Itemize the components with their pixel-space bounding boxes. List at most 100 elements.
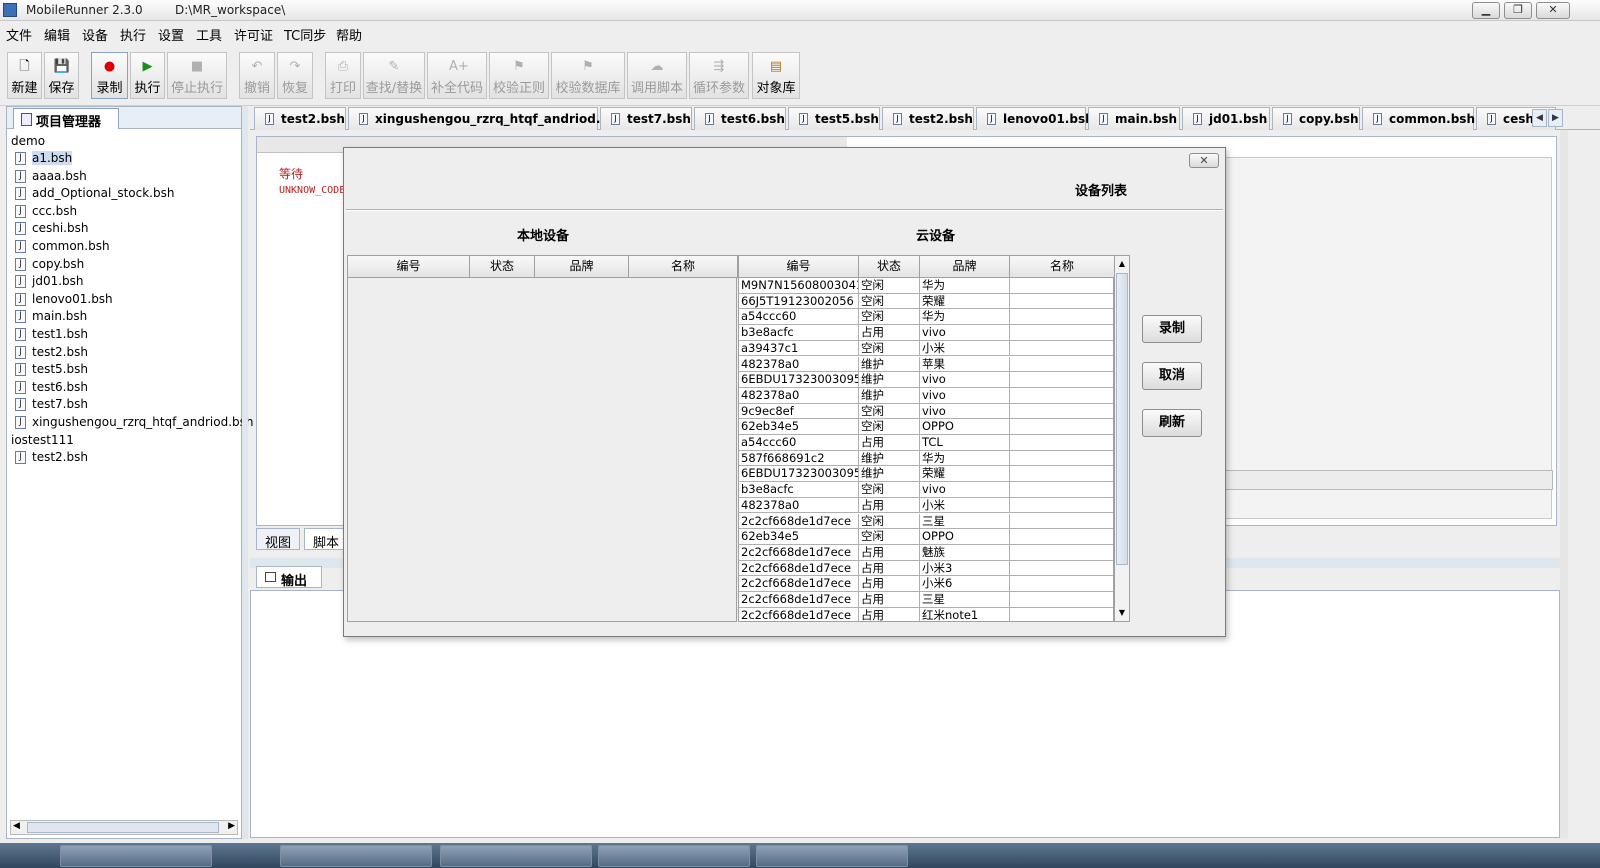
editor-tab[interactable]: Jcopy.bsh [1272, 107, 1360, 130]
editor-tab[interactable]: Jtest2.bsh [882, 107, 974, 130]
editor-tab[interactable]: Jlenovo01.bsh [976, 107, 1094, 130]
menu-tools[interactable]: 工具 [196, 25, 222, 44]
cloud-device-row[interactable]: 6EBDU17323003095 维护 vivo [739, 372, 1113, 388]
cloud-device-row[interactable]: M9N7N15608003041 空闲 华为 [739, 278, 1113, 294]
cancel-button[interactable]: 取消 [1142, 362, 1202, 390]
cloud-device-row[interactable]: 66J5T19123002056 空闲 荣耀 [739, 293, 1113, 310]
scroll-down-icon[interactable]: ▼ [1116, 606, 1128, 620]
cloud-device-row[interactable]: 9c9ec8ef 空闲 vivo [739, 403, 1113, 420]
new-button[interactable]: 🗋 新建 [7, 52, 42, 99]
tree-file-item[interactable]: Jceshi.bsh [15, 220, 88, 237]
dialog-close-button[interactable]: ✕ [1189, 153, 1219, 168]
tree-file-item[interactable]: Jlenovo01.bsh [15, 291, 113, 308]
tree-folder-iostest111[interactable]: iostest111 [11, 433, 74, 447]
object-library-button[interactable]: ▤ 对象库 [752, 52, 800, 99]
record-button[interactable]: ● 录制 [91, 52, 128, 99]
run-button[interactable]: ▶ 执行 [130, 52, 165, 99]
tab-scroll-left-icon[interactable]: ◀ [1532, 109, 1547, 127]
cloud-device-row[interactable]: 2c2cf668de1d7ece 占用 魅族 [739, 544, 1113, 561]
editor-tab[interactable]: Jmain.bsh [1088, 107, 1180, 130]
scroll-up-icon[interactable]: ▲ [1116, 257, 1128, 271]
tab-view[interactable]: 视图 [256, 528, 301, 551]
menu-license[interactable]: 许可证 [234, 25, 273, 44]
local-col-name[interactable]: 名称 [629, 256, 737, 277]
taskbar-item[interactable] [280, 845, 432, 867]
undo-button[interactable]: ↶ 撤销 [239, 52, 275, 99]
tree-file-item[interactable]: Jcopy.bsh [15, 256, 84, 273]
cloud-device-row[interactable]: 2c2cf668de1d7ece 占用 红米note1 [739, 607, 1113, 621]
tree-file-item[interactable]: Ja1.bsh [15, 150, 73, 167]
print-button[interactable]: ⎙ 打印 [325, 52, 361, 99]
menu-tc-sync[interactable]: TC同步 [284, 25, 326, 44]
scroll-thumb[interactable] [1116, 273, 1128, 565]
cloud-device-row[interactable]: a54ccc60 占用 TCL [739, 435, 1113, 451]
project-horizontal-scrollbar[interactable]: ◀ ▶ [10, 820, 238, 835]
tree-file-item[interactable]: Jtest2.bsh [15, 449, 88, 466]
menu-file[interactable]: 文件 [6, 25, 32, 44]
editor-tab[interactable]: Jjd01.bsh [1182, 107, 1270, 130]
taskbar-item[interactable] [60, 845, 212, 867]
panel-splitter[interactable] [242, 106, 248, 839]
cloud-device-row[interactable]: 2c2cf668de1d7ece 占用 小米3 [739, 560, 1113, 577]
tree-file-item[interactable]: Jcommon.bsh [15, 238, 110, 255]
tree-file-item[interactable]: Jtest6.bsh [15, 379, 88, 396]
scroll-left-icon[interactable]: ◀ [13, 821, 20, 831]
menu-device[interactable]: 设备 [82, 25, 108, 44]
tree-file-item[interactable]: Jccc.bsh [15, 203, 77, 220]
refresh-button[interactable]: 刷新 [1142, 409, 1202, 437]
menu-run[interactable]: 执行 [120, 25, 146, 44]
editor-tab[interactable]: Jxingushengou_rzrq_htqf_andriod.bsh [348, 107, 625, 130]
call-script-button[interactable]: ☁ 调用脚本 [627, 52, 687, 99]
project-manager-tab[interactable]: 项目管理器 [13, 108, 119, 130]
tree-file-item[interactable]: Jtest1.bsh [15, 326, 88, 343]
editor-tab[interactable]: Jcommon.bsh [1362, 107, 1475, 130]
cloud-device-row[interactable]: 62eb34e5 空闲 OPPO [739, 529, 1113, 545]
cloud-table-scrollbar[interactable]: ▲ ▼ [1114, 255, 1130, 622]
cloud-col-id[interactable]: 编号 [739, 256, 859, 277]
scroll-right-icon[interactable]: ▶ [228, 821, 235, 831]
maximize-button[interactable]: ❐ [1504, 2, 1532, 19]
local-col-brand[interactable]: 品牌 [535, 256, 629, 277]
tree-file-item[interactable]: Jaaaa.bsh [15, 168, 87, 185]
editor-tab[interactable]: Jtest7.bsh [600, 107, 692, 130]
cloud-device-row[interactable]: 2c2cf668de1d7ece 占用 小米6 [739, 576, 1113, 592]
cloud-device-row[interactable]: 2c2cf668de1d7ece 占用 三星 [739, 592, 1113, 608]
close-window-button[interactable]: ✕ [1536, 2, 1570, 19]
loop-params-button[interactable]: ⇶ 循环参数 [689, 52, 749, 99]
minimize-button[interactable]: ▁ [1472, 2, 1500, 19]
tree-folder-demo[interactable]: demo [11, 134, 45, 148]
scroll-thumb[interactable] [27, 822, 219, 833]
verify-regex-button[interactable]: ⚑ 校验正则 [489, 52, 549, 99]
cloud-col-brand[interactable]: 品牌 [920, 256, 1010, 277]
cloud-device-row[interactable]: 482378a0 维护 vivo [739, 387, 1113, 404]
tree-file-item[interactable]: Jtest2.bsh [15, 344, 88, 361]
cloud-device-row[interactable]: a39437c1 空闲 小米 [739, 340, 1113, 357]
local-devices-table[interactable] [347, 278, 737, 622]
menu-help[interactable]: 帮助 [336, 25, 362, 44]
editor-tab[interactable]: Jtest6.bsh [694, 107, 786, 130]
cloud-device-row[interactable]: b3e8acfc 空闲 vivo [739, 482, 1113, 498]
cloud-device-row[interactable]: b3e8acfc 占用 vivo [739, 325, 1113, 341]
tree-file-item[interactable]: Jjd01.bsh [15, 273, 84, 290]
taskbar-item[interactable] [598, 845, 750, 867]
menu-edit[interactable]: 编辑 [44, 25, 70, 44]
tree-file-item[interactable]: Jadd_Optional_stock.bsh [15, 185, 174, 202]
verify-db-button[interactable]: ⚑ 校验数据库 [551, 52, 625, 99]
tree-file-item[interactable]: Jxingushengou_rzrq_htqf_andriod.bsh [15, 414, 254, 431]
find-replace-button[interactable]: ✎ 查找/替换 [363, 52, 425, 99]
cloud-device-row[interactable]: 482378a0 维护 苹果 [739, 356, 1113, 373]
cloud-col-status[interactable]: 状态 [859, 256, 920, 277]
taskbar-item[interactable] [756, 845, 908, 867]
editor-tab[interactable]: Jtest2.bsh [254, 107, 346, 130]
record-device-button[interactable]: 录制 [1142, 315, 1202, 343]
taskbar-item[interactable] [440, 845, 592, 867]
cloud-device-row[interactable]: a54ccc60 空闲 华为 [739, 309, 1113, 326]
tree-file-item[interactable]: Jtest7.bsh [15, 396, 88, 413]
menu-settings[interactable]: 设置 [158, 25, 184, 44]
save-button[interactable]: 💾 保存 [44, 52, 79, 99]
tree-file-item[interactable]: Jmain.bsh [15, 308, 87, 325]
local-col-id[interactable]: 编号 [348, 256, 470, 277]
cloud-devices-table[interactable]: M9N7N15608003041 空闲 华为 66J5T19123002056 空闲 荣耀… [738, 278, 1114, 622]
tab-script[interactable]: 脚本 [304, 528, 349, 551]
stop-button[interactable]: ■ 停止执行 [167, 52, 227, 99]
